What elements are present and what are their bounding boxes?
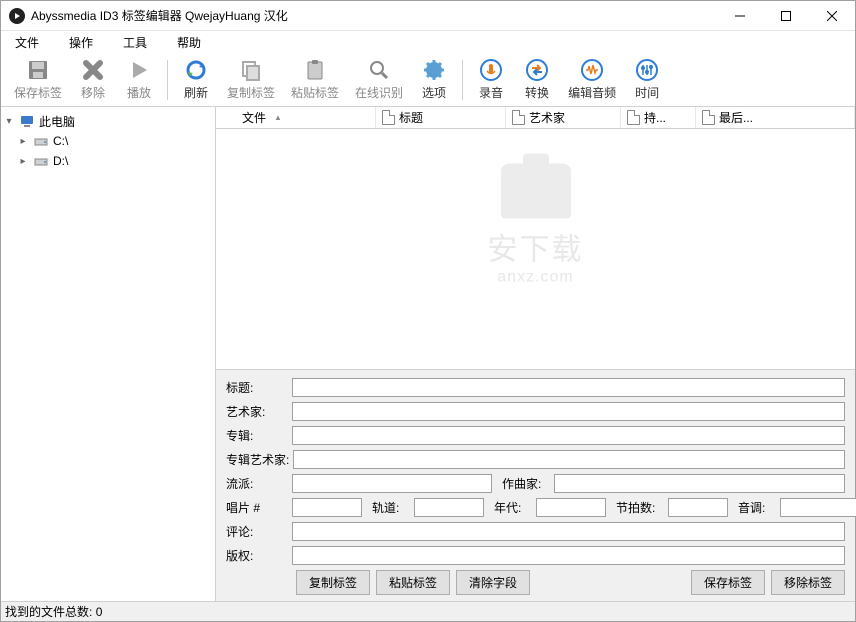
- bpm-field[interactable]: [668, 498, 728, 517]
- composer-field[interactable]: [554, 474, 845, 493]
- copy-tags-button[interactable]: 复制标签: [296, 570, 370, 595]
- copy-icon: [239, 58, 263, 82]
- comment-field[interactable]: [292, 522, 845, 541]
- maximize-button[interactable]: [763, 1, 809, 31]
- refresh-button[interactable]: 刷新: [174, 55, 218, 104]
- clear-fields-button[interactable]: 清除字段: [456, 570, 530, 595]
- paste-icon: [303, 58, 327, 82]
- tree-drive-d[interactable]: ▸ D:\: [3, 151, 213, 171]
- label-key: 音调:: [738, 499, 776, 516]
- label-bpm: 节拍数:: [616, 499, 664, 516]
- file-icon: [627, 110, 640, 125]
- tag-editor: 标题: 艺术家: 专辑: 专辑艺术家: 流派: 作曲家:: [216, 369, 855, 601]
- menu-operate[interactable]: 操作: [63, 32, 99, 53]
- label-artist: 艺术家:: [226, 403, 288, 420]
- save-tags-button[interactable]: 保存标签: [691, 570, 765, 595]
- folder-tree[interactable]: ▾ 此电脑 ▸ C:\ ▸ D:\: [1, 107, 216, 601]
- status-count: 0: [96, 605, 103, 619]
- menu-tools[interactable]: 工具: [117, 32, 153, 53]
- separator: [167, 60, 168, 100]
- convert-icon: [525, 58, 549, 82]
- paste-tags-button[interactable]: 粘贴标签: [376, 570, 450, 595]
- col-last[interactable]: 最后...: [696, 107, 855, 128]
- label-year: 年代:: [494, 499, 532, 516]
- expand-icon[interactable]: ▸: [17, 136, 29, 147]
- paste-tags-button[interactable]: 粘贴标签: [284, 55, 346, 104]
- artist-field[interactable]: [292, 402, 845, 421]
- watermark: 安下载 anxz.com: [488, 164, 584, 287]
- close-button[interactable]: [809, 1, 855, 31]
- drive-icon: [33, 153, 49, 169]
- copyright-field[interactable]: [292, 546, 845, 565]
- options-button[interactable]: 选项: [412, 55, 456, 104]
- search-icon: [367, 58, 391, 82]
- copy-tags-button[interactable]: 复制标签: [220, 55, 282, 104]
- main-area: ▾ 此电脑 ▸ C:\ ▸ D:\ 文件▲ 标题 艺术家 持... 最后...: [1, 107, 855, 601]
- track-field[interactable]: [414, 498, 484, 517]
- label-copyright: 版权:: [226, 547, 288, 564]
- label-track: 轨道:: [372, 499, 410, 516]
- convert-button[interactable]: 转换: [515, 55, 559, 104]
- menu-help[interactable]: 帮助: [171, 32, 207, 53]
- disc-field[interactable]: [292, 498, 362, 517]
- refresh-icon: [184, 58, 208, 82]
- gear-icon: [422, 58, 446, 82]
- status-label: 找到的文件总数:: [5, 603, 92, 620]
- window-title: Abyssmedia ID3 标签编辑器 QwejayHuang 汉化: [31, 7, 717, 24]
- key-field[interactable]: [780, 498, 856, 517]
- x-icon: [81, 58, 105, 82]
- identify-button[interactable]: 在线识别: [348, 55, 410, 104]
- label-comment: 评论:: [226, 523, 288, 540]
- tree-drive-c[interactable]: ▸ C:\: [3, 131, 213, 151]
- sort-asc-icon: ▲: [274, 113, 282, 122]
- remove-button[interactable]: 移除: [71, 55, 115, 104]
- collapse-icon[interactable]: ▾: [3, 116, 15, 127]
- col-artist[interactable]: 艺术家: [506, 107, 621, 128]
- col-duration[interactable]: 持...: [621, 107, 696, 128]
- save-icon: [26, 58, 50, 82]
- list-header: 文件▲ 标题 艺术家 持... 最后...: [216, 107, 855, 129]
- right-pane: 文件▲ 标题 艺术家 持... 最后... 安下载 anxz.com 标题: 艺…: [216, 107, 855, 601]
- label-genre: 流派:: [226, 475, 288, 492]
- remove-tags-button[interactable]: 移除标签: [771, 570, 845, 595]
- label-albumartist: 专辑艺术家:: [226, 451, 289, 468]
- col-title[interactable]: 标题: [376, 107, 506, 128]
- separator: [462, 60, 463, 100]
- albumartist-field[interactable]: [293, 450, 845, 469]
- record-button[interactable]: 录音: [469, 55, 513, 104]
- statusbar: 找到的文件总数: 0: [1, 601, 855, 621]
- app-icon: [9, 8, 25, 24]
- save-button[interactable]: 保存标签: [7, 55, 69, 104]
- minimize-button[interactable]: [717, 1, 763, 31]
- menubar: 文件 操作 工具 帮助: [1, 31, 855, 53]
- expand-icon[interactable]: ▸: [17, 156, 29, 167]
- toolbar: 保存标签 移除 播放 刷新 复制标签 粘贴标签 在线识别 选项 录音 转换 编辑…: [1, 53, 855, 107]
- drive-icon: [33, 133, 49, 149]
- edit-audio-button[interactable]: 编辑音频: [561, 55, 623, 104]
- file-icon: [702, 110, 715, 125]
- play-icon: [127, 58, 151, 82]
- menu-file[interactable]: 文件: [9, 32, 45, 53]
- label-title: 标题:: [226, 379, 288, 396]
- label-composer: 作曲家:: [502, 475, 550, 492]
- titlebar: Abyssmedia ID3 标签编辑器 QwejayHuang 汉化: [1, 1, 855, 31]
- genre-field[interactable]: [292, 474, 492, 493]
- label-album: 专辑:: [226, 427, 288, 444]
- wave-icon: [580, 58, 604, 82]
- file-list[interactable]: 安下载 anxz.com: [216, 129, 855, 369]
- tree-root[interactable]: ▾ 此电脑: [3, 111, 213, 131]
- title-field[interactable]: [292, 378, 845, 397]
- computer-icon: [19, 113, 35, 129]
- file-icon: [382, 110, 395, 125]
- file-icon: [512, 110, 525, 125]
- label-disc: 唱片 #: [226, 499, 288, 516]
- col-file[interactable]: 文件▲: [216, 107, 376, 128]
- sliders-icon: [635, 58, 659, 82]
- year-field[interactable]: [536, 498, 606, 517]
- album-field[interactable]: [292, 426, 845, 445]
- time-button[interactable]: 时间: [625, 55, 669, 104]
- play-button[interactable]: 播放: [117, 55, 161, 104]
- mic-icon: [479, 58, 503, 82]
